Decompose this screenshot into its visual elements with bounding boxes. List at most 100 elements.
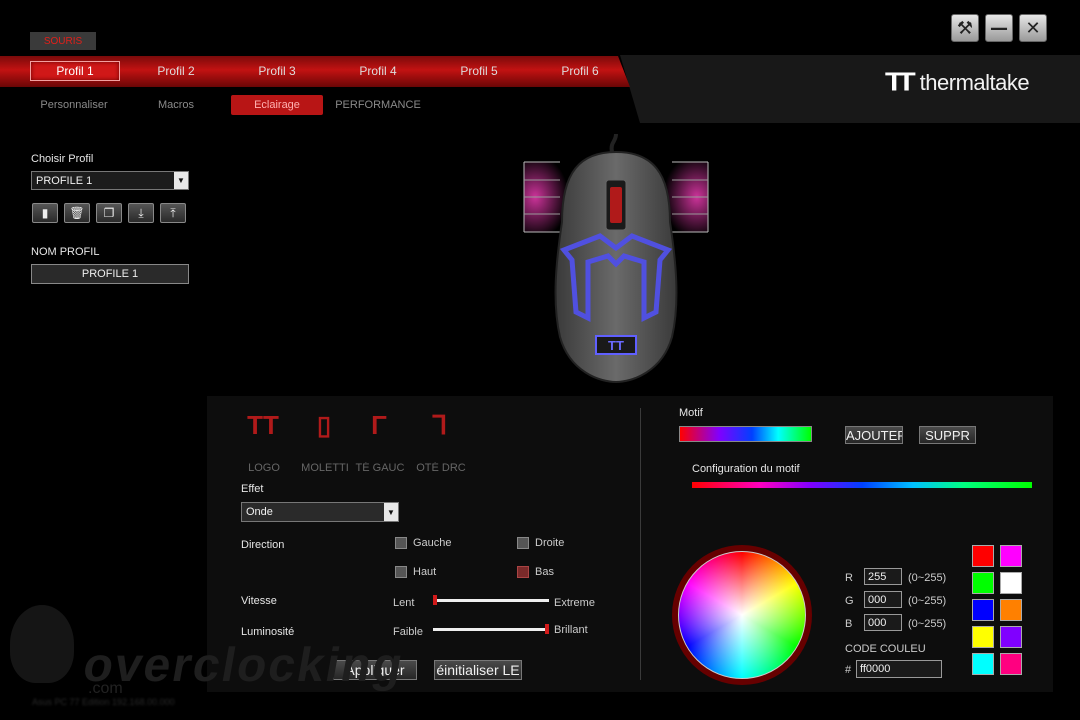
direction-down-checkbox[interactable] [517,566,529,578]
zone-right-side-label: OTÉ DRC [416,462,466,474]
tab-profile-5[interactable]: Profil 5 [434,61,524,81]
color-swatch[interactable] [1000,545,1022,567]
color-code-label: CODE COULEU [845,643,926,655]
delete-profile-button[interactable]: 🗑 [64,203,90,223]
r-input[interactable]: 255 [864,568,902,585]
zone-logo-icon[interactable]: TT [233,410,293,441]
color-code-input[interactable]: ff0000 [856,660,942,678]
save-profile-button[interactable]: ▮ [32,203,58,223]
b-range: (0~255) [908,618,947,630]
minimize-icon: — [990,17,1008,39]
effect-label: Effet [241,483,264,495]
tab-lighting[interactable]: Eclairage [231,95,323,115]
direction-up-label: Haut [413,566,437,578]
color-swatch[interactable] [1000,599,1022,621]
minimize-button[interactable]: — [985,14,1013,42]
settings-button[interactable]: ⚒ [951,14,979,42]
brightness-label: Luminosité [241,626,295,638]
direction-down-label: Bas [535,566,554,578]
copy-profile-button[interactable]: ❐ [96,203,122,223]
color-swatch[interactable] [972,572,994,594]
tab-macros[interactable]: Macros [140,95,212,115]
r-label: R [845,572,853,584]
zone-wheel-icon[interactable]: ▯ [294,410,354,441]
zone-left-side-label: TÉ GAUC [355,462,405,474]
speed-label: Vitesse [241,595,277,607]
color-swatch[interactable] [1000,626,1022,648]
color-swatch[interactable] [1000,653,1022,675]
r-range: (0~255) [908,572,947,584]
import-icon: ⤓ [138,205,144,220]
thermaltake-logo: TT thermaltake [885,66,1030,100]
chevron-down-icon: ▼ [384,503,398,521]
reset-led-button[interactable]: éinitialiser LE [434,660,522,680]
direction-label: Direction [241,539,285,551]
direction-up-checkbox[interactable] [395,566,407,578]
color-wheel[interactable] [678,551,806,679]
hash-label: # [845,664,852,676]
color-swatch[interactable] [1000,572,1022,594]
effect-select[interactable]: Onde ▼ [241,502,399,522]
brightness-slider-thumb[interactable] [545,624,549,634]
zone-left-side-icon[interactable]: Γ [349,410,409,441]
copy-icon: ❐ [103,206,115,220]
effect-value: Onde [246,506,273,518]
zone-wheel-label: MOLETTI [301,462,349,474]
speed-max-label: Extreme [554,597,595,609]
motif-preview-bar[interactable] [679,426,812,442]
zone-right-side-icon[interactable]: Ꞁ [410,410,470,441]
watermark-sub: .com [88,680,123,697]
g-range: (0~255) [908,595,947,607]
profile-name-label: NOM PROFIL [31,246,100,258]
brand-name: thermaltake [919,70,1030,95]
device-tab-mouse[interactable]: SOURIS [30,32,96,50]
profile-name-field[interactable]: PROFILE 1 [31,264,189,284]
close-icon: ✕ [1025,17,1041,39]
svg-text:TT: TT [608,338,624,353]
mouse-preview: TT [523,133,709,384]
b-label: B [845,618,853,630]
delete-motif-button[interactable]: SUPPR [919,426,976,444]
add-motif-button[interactable]: AJOUTEF [845,426,903,444]
color-swatch[interactable] [972,599,994,621]
color-swatch[interactable] [972,653,994,675]
chevron-down-icon: ▼ [174,172,188,189]
tab-performance[interactable]: PERFORMANCE [330,95,426,115]
color-swatch[interactable] [972,626,994,648]
b-input[interactable]: 000 [864,614,902,631]
panel-divider [640,408,641,680]
color-swatch[interactable] [972,545,994,567]
trash-icon: 🗑 [69,206,85,220]
zone-logo-label: LOGO [248,462,280,474]
color-wheel-ring [672,545,812,685]
export-profile-button[interactable]: ⤒ [160,203,186,223]
tab-profile-6[interactable]: Profil 6 [535,61,625,81]
g-label: G [845,595,854,607]
direction-right-checkbox[interactable] [517,537,529,549]
tab-customize[interactable]: Personnaliser [30,95,118,115]
choose-profile-label: Choisir Profil [31,153,94,165]
profile-select-value: PROFILE 1 [36,174,93,187]
tab-profile-3[interactable]: Profil 3 [232,61,322,81]
tab-profile-1[interactable]: Profil 1 [30,61,120,81]
tab-profile-2[interactable]: Profil 2 [131,61,221,81]
speed-slider-thumb[interactable] [433,595,437,605]
import-profile-button[interactable]: ⤓ [128,203,154,223]
direction-left-label: Gauche [413,537,452,549]
close-button[interactable]: ✕ [1019,14,1047,42]
tools-icon: ⚒ [956,17,974,39]
profile-select[interactable]: PROFILE 1 ▼ [31,171,189,190]
speed-min-label: Lent [393,597,415,609]
watermark-flame-icon [10,605,74,683]
motif-label: Motif [679,407,703,419]
tab-profile-4[interactable]: Profil 4 [333,61,423,81]
speed-slider[interactable] [433,599,549,602]
brightness-slider[interactable] [433,628,549,631]
direction-left-checkbox[interactable] [395,537,407,549]
footer-caption: Asus PC 77 Edition 192.168.00.000 [32,697,175,707]
color-swatch-grid [972,545,1024,679]
brightness-min-label: Faible [393,626,423,638]
brightness-max-label: Brillant [554,624,588,636]
g-input[interactable]: 000 [864,591,902,608]
motif-config-gradient[interactable] [692,482,1032,488]
